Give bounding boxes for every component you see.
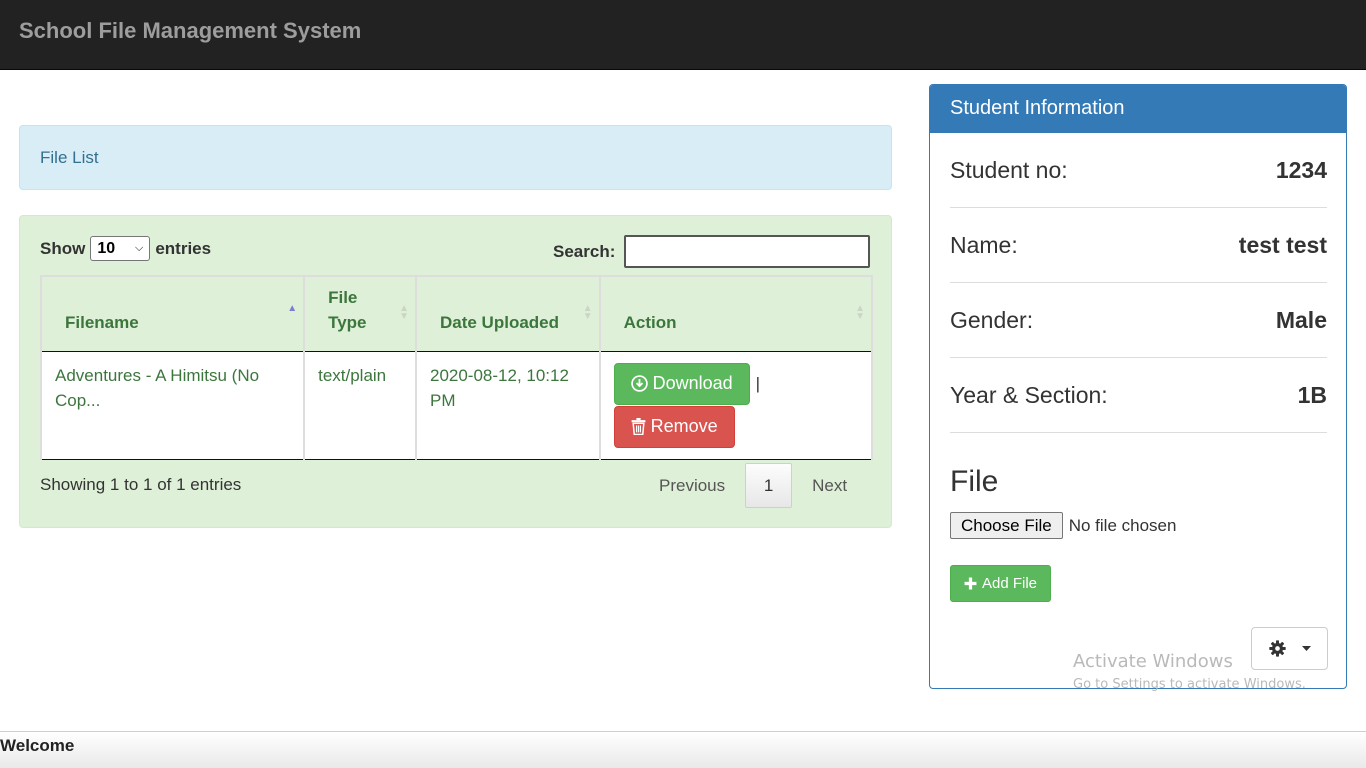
brand-title[interactable]: School File Management System — [19, 18, 361, 44]
info-row-student-no: Student no: 1234 — [950, 133, 1327, 208]
choose-file-button[interactable]: Choose File — [950, 512, 1063, 539]
info-value: 1234 — [1275, 156, 1327, 183]
trash-icon — [631, 418, 645, 435]
cell-date-uploaded: 2020-08-12, 10:12 PM — [414, 351, 600, 460]
cell-file-type: text/plain — [303, 351, 416, 460]
file-status: No file chosen — [1068, 515, 1177, 535]
info-value: test test — [1238, 231, 1327, 258]
info-value: 1B — [1297, 381, 1327, 408]
file-section-title: File — [950, 465, 999, 498]
footer-welcome: Welcome — [0, 736, 75, 755]
next-page-button[interactable]: Next — [797, 476, 862, 496]
add-file-label: Add File — [982, 575, 1038, 592]
column-header-filename[interactable]: Filename ▲ — [39, 275, 305, 352]
plus-icon — [964, 577, 977, 590]
info-row-year-section: Year & Section: 1B — [950, 358, 1327, 433]
info-label: Gender: — [950, 306, 1034, 333]
column-header-label: Date Uploaded — [439, 312, 560, 332]
download-button[interactable]: Download — [613, 362, 750, 405]
chevron-down-icon: ⌵ — [135, 242, 144, 254]
search-control: Search: — [553, 235, 871, 268]
file-table: Filename ▲ File Type ▲ ▼ Date Uploaded ▲ ▼… — [39, 275, 874, 460]
cell-action: Download | Remove — [598, 351, 874, 460]
column-header-action[interactable]: Action ▲ ▼ — [598, 275, 874, 352]
file-list-title: File List — [40, 148, 99, 167]
file-input: Choose File No file chosen — [950, 512, 1176, 539]
download-label: Download — [652, 373, 733, 393]
activate-windows-watermark: Activate Windows Go to Settings to activ… — [1073, 651, 1306, 692]
student-info-heading: Student Information — [930, 85, 1346, 133]
footer: Welcome — [0, 731, 1366, 768]
column-header-date-uploaded[interactable]: Date Uploaded ▲ ▼ — [414, 275, 600, 352]
info-value: Male — [1275, 306, 1327, 333]
sort-ascending-icon: ▲ — [287, 303, 298, 314]
sort-both-icon: ▲ ▼ — [582, 303, 593, 322]
search-label: Search: — [553, 241, 616, 261]
info-label: Student no: — [950, 156, 1068, 183]
file-list-header: File List — [19, 125, 892, 190]
sort-both-icon: ▲ ▼ — [855, 303, 865, 322]
column-header-label-line2: Type — [328, 312, 367, 332]
download-icon — [630, 375, 648, 392]
file-table-panel: Show 10 ⌵ entries Search: Filename ▲ Fil… — [19, 215, 892, 528]
table-header-row: Filename ▲ File Type ▲ ▼ Date Uploaded ▲ ▼… — [39, 275, 874, 352]
table-row: Adventures - A Himitsu (No Cop... text/p… — [39, 351, 874, 460]
info-row-gender: Gender: Male — [950, 283, 1327, 358]
previous-page-button[interactable]: Previous — [644, 476, 740, 496]
column-header-file-type[interactable]: File Type ▲ ▼ — [303, 275, 416, 352]
info-label: Year & Section: — [950, 381, 1108, 408]
entries-select-value: 10 — [97, 239, 116, 257]
action-separator: | — [755, 374, 761, 393]
remove-button[interactable]: Remove — [613, 405, 735, 448]
student-info-list: Student no: 1234 Name: test test Gender:… — [950, 133, 1327, 433]
student-info-panel: Student Information Student no: 1234 Nam… — [929, 84, 1347, 689]
search-input[interactable] — [624, 235, 871, 268]
column-header-label: File — [328, 287, 358, 307]
sort-both-icon: ▲ ▼ — [399, 303, 409, 322]
entries-select[interactable]: 10 ⌵ — [90, 236, 151, 261]
table-info: Showing 1 to 1 of 1 entries — [40, 475, 242, 494]
watermark-title: Activate Windows — [1073, 651, 1233, 672]
show-label: Show — [40, 238, 86, 258]
info-label: Name: — [950, 231, 1018, 258]
add-file-button[interactable]: Add File — [950, 565, 1052, 602]
entries-label: entries — [155, 238, 212, 258]
pagination: Previous 1 Next — [644, 463, 862, 508]
column-header-label: Filename — [65, 312, 139, 332]
watermark-subtitle: Go to Settings to activate Windows. — [1073, 677, 1306, 692]
column-header-label: Action — [623, 312, 677, 332]
cell-filename: Adventures - A Himitsu (No Cop... — [39, 351, 305, 460]
remove-label: Remove — [650, 416, 718, 436]
info-row-name: Name: test test — [950, 208, 1327, 283]
page-1-button[interactable]: 1 — [745, 463, 793, 508]
navbar: School File Management System — [0, 0, 1366, 70]
show-entries-control: Show 10 ⌵ entries — [40, 236, 211, 261]
